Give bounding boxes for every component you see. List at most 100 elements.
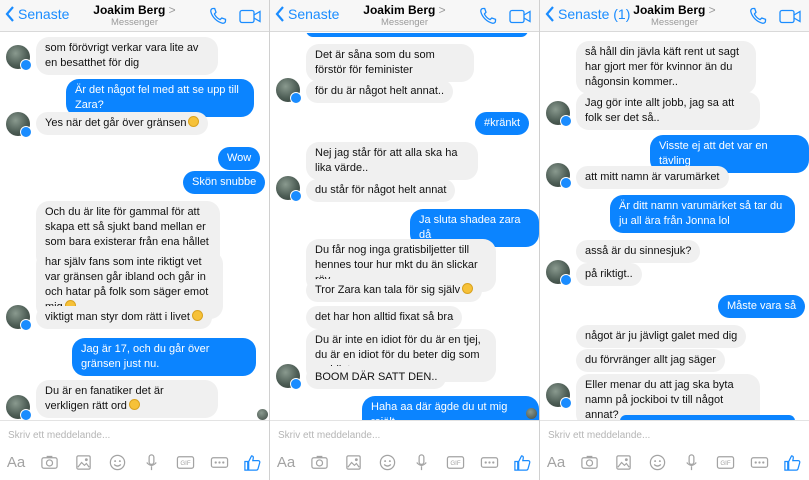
microphone-icon[interactable] [681,452,701,472]
message-outgoing: Skön snubbe [183,171,266,194]
contact-name: Joakim Berg [93,3,166,17]
microphone-icon[interactable] [141,452,161,472]
gallery-icon[interactable] [614,452,634,472]
chat-panel-1: Senaste Joakim Berg > Messenger som förö… [0,0,269,480]
more-icon[interactable] [479,452,499,472]
subtitle: Messenger [381,17,428,28]
like-icon[interactable] [243,452,263,472]
like-icon[interactable] [513,452,533,472]
composer-toolbar: Aa GIF [6,451,263,473]
avatar[interactable] [276,176,302,202]
svg-text:GIF: GIF [450,460,460,467]
contact-name: Joakim Berg [633,3,706,17]
avatar[interactable] [546,383,572,409]
read-receipt-avatar [526,408,537,419]
message-incoming: Tror Zara kan tala för sig själv [306,279,483,302]
message-list[interactable]: Det är såna som du som förstör för femin… [270,33,539,420]
camera-icon[interactable] [40,452,60,472]
avatar[interactable] [276,364,302,390]
contact-arrow: > [438,3,446,17]
more-icon[interactable] [209,452,229,472]
smile-emoji-icon [191,310,203,321]
avatar[interactable] [6,112,32,138]
message-outgoing: Är ditt namn varumärket så tar du ju all… [610,195,795,233]
svg-text:GIF: GIF [720,460,730,467]
message-incoming: Jag gör inte allt jobb, jag sa att folk … [576,92,760,130]
message-incoming: något är ju jävligt galet med dig [576,325,747,348]
message-list[interactable]: som förövrigt verkar vara lite av en bes… [0,33,269,420]
avatar[interactable] [546,163,572,189]
message-outgoing: Måste vara så [718,295,806,318]
message-outgoing: #kränkt [475,112,530,135]
smile-emoji-icon [128,399,140,410]
message-incoming: du förvränger allt jag säger [576,349,725,372]
gallery-icon[interactable] [74,452,94,472]
message-incoming: asså är du sinnesjuk? [576,240,701,263]
subtitle: Messenger [111,17,158,28]
composer: Skriv ett meddelande... Aa GIF [540,420,809,480]
chat-header: Senaste (1) Joakim Berg > Messenger [540,0,809,32]
message-incoming: för du är något helt annat.. [306,80,454,103]
message-input[interactable]: Skriv ett meddelande... [278,430,380,441]
composer: Skriv ett meddelande... Aa GIF [0,420,269,480]
contact-name: Joakim Berg [363,3,436,17]
message-input[interactable]: Skriv ett meddelande... [548,430,650,441]
video-icon[interactable] [779,9,801,24]
message-incoming: det har hon alltid fixat så bra [306,306,463,329]
subtitle: Messenger [651,17,698,28]
avatar[interactable] [276,78,302,104]
avatar[interactable] [6,395,32,420]
composer-toolbar: Aa GIF [276,451,533,473]
aa-text-icon[interactable]: Aa [276,452,296,472]
contact-arrow: > [708,3,716,17]
smile-emoji-icon [462,283,474,294]
camera-icon[interactable] [580,452,600,472]
message-input[interactable]: Skriv ett meddelande... [8,430,110,441]
message-incoming: så håll din jävla käft rent ut sagt har … [576,41,756,94]
camera-icon[interactable] [310,452,330,472]
contact-title[interactable]: Joakim Berg > [0,3,269,17]
message-incoming: Du är en fanatiker det är verkligen rätt… [36,380,218,418]
avatar[interactable] [546,260,572,286]
svg-text:GIF: GIF [180,460,190,467]
video-icon[interactable] [509,9,531,24]
gif-icon[interactable]: GIF [445,452,465,472]
like-icon[interactable] [783,452,803,472]
contact-title[interactable]: Joakim Berg > [540,3,809,17]
phone-icon[interactable] [479,7,497,25]
gallery-icon[interactable] [344,452,364,472]
avatar[interactable] [6,45,32,71]
message-incoming: Eller menar du att jag ska byta namn på … [576,374,760,420]
message-incoming: på riktigt.. [576,263,642,286]
message-outgoing: Haha aa där ägde du ut mig rejält [362,396,539,420]
message-incoming: att mitt namn är varumärket [576,166,729,189]
chat-panel-3: Senaste (1) Joakim Berg > Messenger så h… [540,0,809,480]
phone-icon[interactable] [749,7,767,25]
composer: Skriv ett meddelande... Aa GIF [270,420,539,480]
aa-text-icon[interactable]: Aa [6,452,26,472]
smile-emoji-icon [188,116,200,127]
avatar[interactable] [546,101,572,127]
chat-panel-2: Senaste Joakim Berg > Messenger Det är s… [270,0,539,480]
aa-text-icon[interactable]: Aa [546,452,566,472]
chat-header: Senaste Joakim Berg > Messenger [270,0,539,32]
message-incoming: BOOM DÄR SATT DEN.. [306,366,447,389]
phone-icon[interactable] [209,7,227,25]
contact-title[interactable]: Joakim Berg > [270,3,539,17]
more-icon[interactable] [749,452,769,472]
video-icon[interactable] [239,9,261,24]
emoji-icon[interactable] [108,452,128,472]
avatar[interactable] [6,305,32,331]
gif-icon[interactable]: GIF [715,452,735,472]
emoji-icon[interactable] [648,452,668,472]
message-incoming: Yes när det går över gränsen [36,112,209,135]
composer-toolbar: Aa GIF [546,451,803,473]
chat-header: Senaste Joakim Berg > Messenger [0,0,269,32]
message-list[interactable]: så håll din jävla käft rent ut sagt har … [540,33,809,420]
message-incoming: Det är såna som du som förstör för femin… [306,44,474,82]
emoji-icon[interactable] [378,452,398,472]
gif-icon[interactable]: GIF [175,452,195,472]
microphone-icon[interactable] [411,452,431,472]
message-outgoing: Jag är 17, och du går över gränsen just … [72,338,256,376]
message-incoming: Nej jag står för att alla ska ha lika vä… [306,142,478,180]
